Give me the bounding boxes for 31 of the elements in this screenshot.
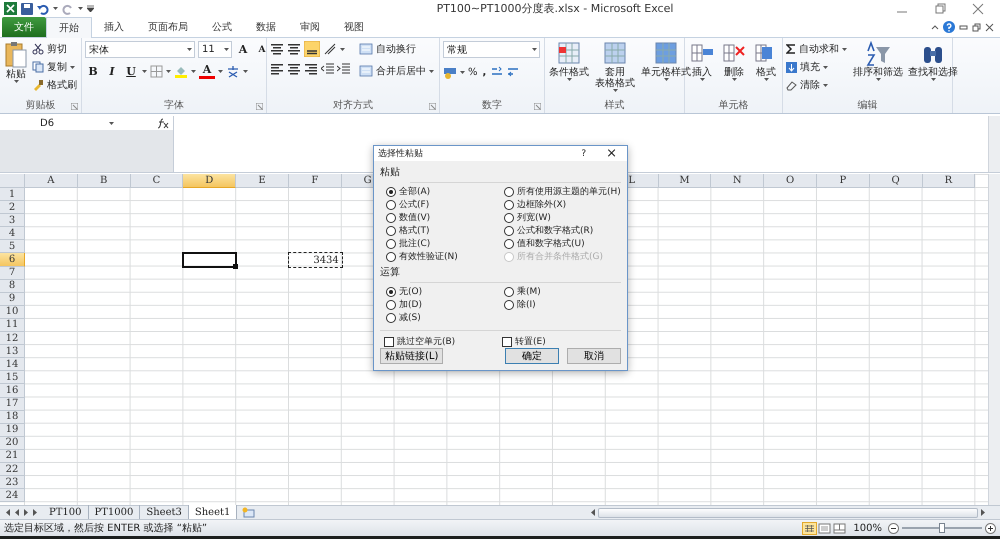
option-label: 有效性验证(N) bbox=[399, 250, 458, 263]
option-label: 所有使用源主题的单元(H) bbox=[517, 186, 621, 198]
option-label: 值和数字格式(U) bbox=[517, 238, 585, 250]
checkbox-label: 跳过空单元(B) bbox=[397, 336, 456, 348]
option-label: 边框除外(X) bbox=[517, 198, 566, 211]
option-label: 批注(C) bbox=[399, 238, 430, 250]
option-label: 无(O) bbox=[399, 286, 422, 298]
group-label: 字体 bbox=[164, 99, 184, 113]
option-label: 公式和数字格式(R) bbox=[517, 224, 594, 237]
section-label: 运算 bbox=[380, 266, 401, 279]
option-label: 全部(A) bbox=[399, 186, 430, 198]
option-label: 公式(F) bbox=[399, 198, 430, 211]
group-label: 样式 bbox=[604, 99, 624, 113]
group-label: 数字 bbox=[482, 99, 502, 113]
option-label: 格式(T) bbox=[399, 224, 430, 237]
group-label: 剪贴板 bbox=[26, 99, 56, 113]
window-title: PT100~PT1000分度表.xlsx - Microsoft Excel bbox=[436, 1, 674, 16]
option-label: 除(I) bbox=[517, 298, 536, 311]
dialog-title: 选择性粘贴 bbox=[378, 148, 424, 160]
option-label: 乘(M) bbox=[517, 286, 541, 298]
status-message: 选定目标区域，然后按 ENTER 或选择 “粘贴” bbox=[4, 522, 208, 535]
option-label: 列宽(W) bbox=[517, 212, 551, 224]
option-label: 加(D) bbox=[399, 298, 422, 311]
zoom-level: 100% bbox=[853, 522, 882, 534]
group-label: 单元格 bbox=[718, 99, 748, 113]
option-label: 减(S) bbox=[399, 312, 421, 324]
group-label: 编辑 bbox=[858, 99, 878, 113]
group-label: 对齐方式 bbox=[333, 99, 373, 113]
option-label: 数值(V) bbox=[399, 212, 430, 224]
option-label: 所有合并条件格式(G) bbox=[517, 250, 603, 263]
checkbox-label: 转置(E) bbox=[515, 336, 546, 348]
